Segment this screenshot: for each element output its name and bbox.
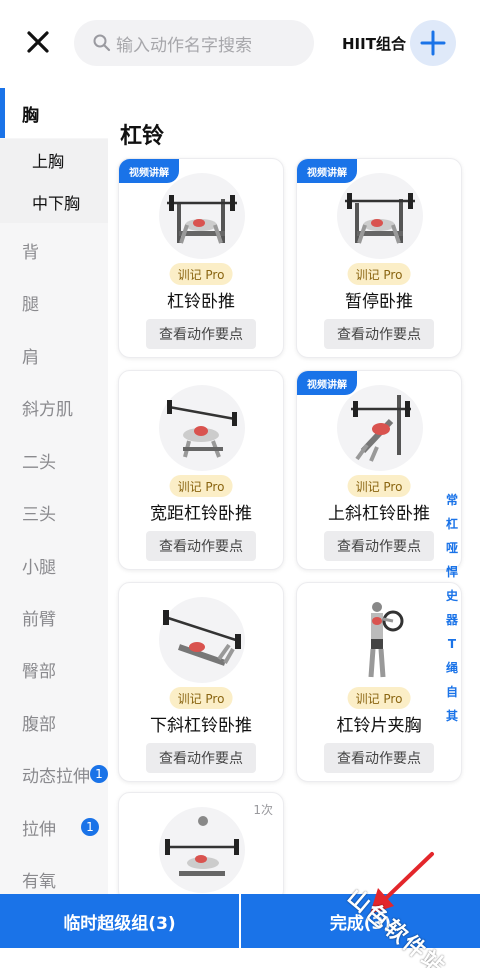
dynamic-stretch-count-badge: 1 [90, 765, 108, 783]
exercise-thumbnail [159, 597, 245, 683]
pro-badge: 训记 Pro [169, 475, 233, 497]
exercise-card[interactable]: 视频讲解 训记 Pro 上斜杠铃卧推 查看动作要点 [296, 370, 462, 570]
stretch-count-badge: 1 [81, 818, 99, 836]
exercise-name: 上斜杠铃卧推 [328, 504, 430, 524]
bench-press-illustration-icon [167, 195, 237, 244]
index-item[interactable]: T [443, 632, 461, 656]
exercise-thumbnail [337, 597, 423, 683]
search-placeholder: 输入动作名字搜索 [116, 35, 252, 56]
index-item[interactable]: 悍 [443, 560, 461, 584]
pro-badge: 训记 Pro [347, 263, 411, 285]
category-sidebar: 胸 上胸 中下胸 背 腿 肩 斜方肌 二头 三头 小腿 前臂 臀部 腹部 动态拉… [0, 88, 108, 896]
sidebar-item-abs[interactable]: 腹部 [0, 697, 108, 747]
index-item[interactable]: 史 [443, 584, 461, 608]
pro-badge: 训记 Pro [347, 475, 411, 497]
paused-bench-press-illustration-icon [345, 193, 415, 244]
sidebar-item-triceps[interactable]: 三头 [0, 487, 108, 537]
pro-badge: 训记 Pro [169, 687, 233, 709]
plate-squeeze-illustration-icon [368, 602, 404, 678]
sidebar-subitem-upper-chest[interactable]: 上胸 [0, 139, 108, 181]
close-icon [27, 31, 49, 53]
view-details-button[interactable]: 查看动作要点 [324, 319, 434, 349]
sidebar-item-legs[interactable]: 腿 [0, 277, 108, 327]
close-button[interactable] [22, 26, 54, 58]
exercise-card[interactable]: 1次 [118, 792, 284, 902]
exercise-card[interactable]: 视频讲解 训记 Pro 暂停卧推 查看动作要点 [296, 158, 462, 358]
sidebar-item-forearms[interactable]: 前臂 [0, 592, 108, 642]
index-item[interactable]: 杠 [443, 512, 461, 536]
pro-badge: 训记 Pro [347, 687, 411, 709]
view-details-button[interactable]: 查看动作要点 [324, 531, 434, 561]
hiit-combo-button[interactable]: HIIT组合 [342, 33, 406, 54]
video-tag: 视频讲解 [297, 371, 357, 395]
index-item[interactable]: 器 [443, 608, 461, 632]
add-button[interactable] [410, 20, 456, 66]
category-index-bar: 常 杠 哑 悍 史 器 T 绳 自 其 [443, 488, 461, 728]
sidebar-item-traps[interactable]: 斜方肌 [0, 382, 108, 432]
section-title: 杠铃 [120, 124, 165, 149]
bench-press-illustration-icon [165, 816, 239, 876]
temp-superset-button[interactable]: 临时超级组(3) [0, 894, 239, 948]
exercise-thumbnail [159, 385, 245, 471]
exercise-name: 暂停卧推 [345, 292, 413, 312]
index-item[interactable]: 自 [443, 680, 461, 704]
sidebar-item-chest[interactable]: 胸 [0, 88, 108, 138]
top-header: 输入动作名字搜索 HIIT组合 [0, 0, 480, 88]
exercise-card[interactable]: 训记 Pro 杠铃片夹胸 查看动作要点 [296, 582, 462, 782]
view-details-button[interactable]: 查看动作要点 [146, 531, 256, 561]
exercise-card[interactable]: 训记 Pro 宽距杠铃卧推 查看动作要点 [118, 370, 284, 570]
exercise-thumbnail [159, 807, 245, 893]
selected-count-tag: 1次 [253, 803, 273, 817]
exercise-thumbnail [337, 385, 423, 471]
view-details-button[interactable]: 查看动作要点 [146, 743, 256, 773]
exercise-name: 宽距杠铃卧推 [150, 504, 252, 524]
search-input[interactable]: 输入动作名字搜索 [74, 20, 314, 66]
wide-grip-bench-press-illustration-icon [167, 400, 237, 458]
sidebar-item-biceps[interactable]: 二头 [0, 435, 108, 485]
exercise-name: 杠铃卧推 [167, 292, 235, 312]
video-tag: 视频讲解 [119, 159, 179, 183]
view-details-button[interactable]: 查看动作要点 [146, 319, 256, 349]
exercise-card[interactable]: 视频讲解 训记 Pro 杠铃卧推 查看动作要点 [118, 158, 284, 358]
plus-icon [420, 30, 446, 56]
sidebar-item-shoulders[interactable]: 肩 [0, 330, 108, 380]
search-icon [93, 34, 111, 52]
pro-badge: 训记 Pro [169, 263, 233, 285]
exercise-thumbnail [337, 173, 423, 259]
index-item[interactable]: 哑 [443, 536, 461, 560]
sidebar-item-calves[interactable]: 小腿 [0, 540, 108, 590]
sidebar-item-glutes[interactable]: 臀部 [0, 644, 108, 694]
index-item[interactable]: 其 [443, 704, 461, 728]
exercise-card[interactable]: 训记 Pro 下斜杠铃卧推 查看动作要点 [118, 582, 284, 782]
video-tag: 视频讲解 [297, 159, 357, 183]
decline-bench-press-illustration-icon [163, 610, 241, 666]
sidebar-subitem-mid-lower-chest[interactable]: 中下胸 [0, 181, 108, 223]
incline-bench-press-illustration-icon [351, 395, 411, 462]
exercise-thumbnail [159, 173, 245, 259]
sidebar-item-back[interactable]: 背 [0, 225, 108, 275]
view-details-button[interactable]: 查看动作要点 [324, 743, 434, 773]
exercise-name: 杠铃片夹胸 [336, 716, 422, 736]
exercise-name: 下斜杠铃卧推 [150, 716, 252, 736]
index-item[interactable]: 常 [443, 488, 461, 512]
index-item[interactable]: 绳 [443, 656, 461, 680]
